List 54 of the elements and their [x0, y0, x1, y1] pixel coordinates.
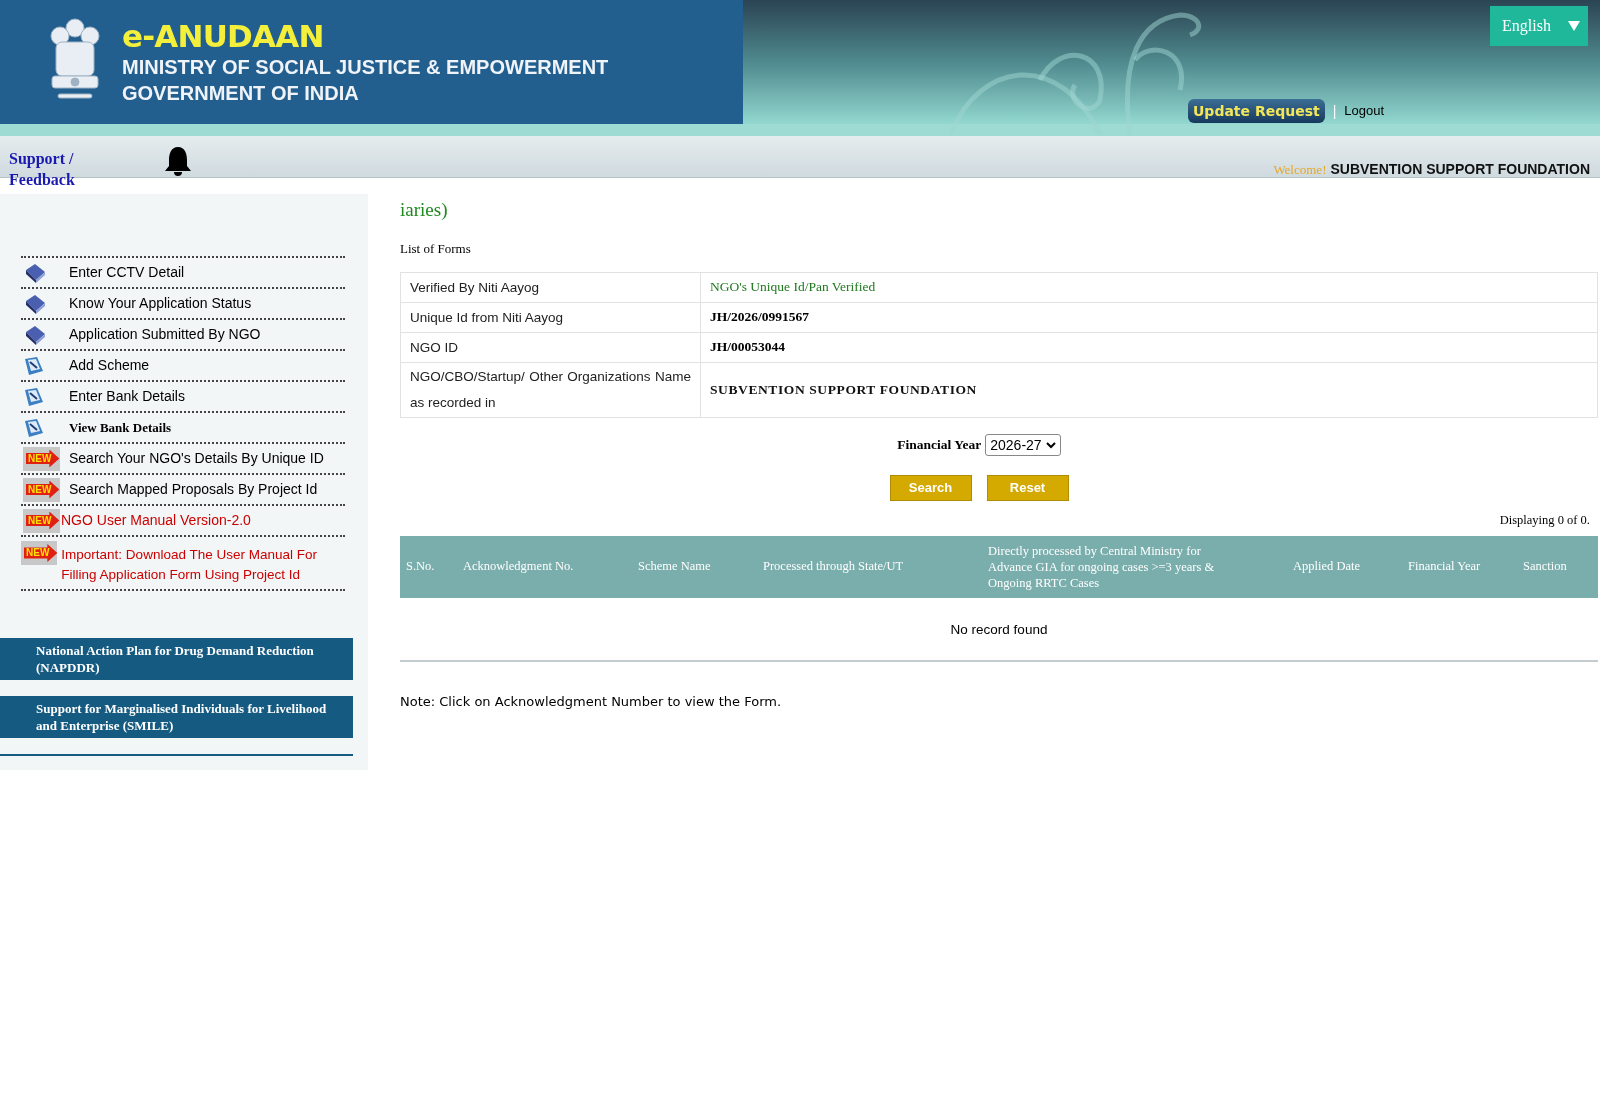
menu-link[interactable]: Search Your NGO's Details By Unique ID [69, 448, 324, 469]
book-icon [23, 261, 47, 284]
book-icon [23, 323, 47, 346]
menu-link[interactable]: Application Submitted By NGO [69, 324, 261, 345]
info-value: SUBVENTION SUPPORT FOUNDATION [709, 380, 978, 399]
caret-icon [1568, 21, 1580, 31]
financial-year-select[interactable]: 2026-27 [985, 434, 1061, 456]
scheme-banner[interactable]: Support for Marginalised Individuals for Livelihood and Enterprise (SMILE) [0, 696, 353, 738]
menu-link[interactable]: Important: Download The User Manual For Filling Application Form Using Project Id [61, 541, 345, 585]
column-header: Applied Date [1292, 558, 1361, 576]
empty-message: No record found [950, 620, 1048, 639]
logout-link[interactable]: Logout [1344, 101, 1385, 121]
user-name: SUBVENTION SUPPORT FOUNDATION [1330, 160, 1590, 179]
welcome-label: Welcome! [1273, 161, 1327, 179]
info-value: JH/2026/0991567 [709, 308, 810, 327]
new-badge: NEW [23, 477, 60, 502]
list-of-forms-label: List of Forms [400, 239, 472, 258]
column-header: Financial Year [1407, 558, 1482, 576]
column-header: S.No. [405, 558, 436, 576]
column-header: Sanction [1522, 558, 1568, 576]
note-text: Note: Click on Acknowledgment Number to view the Form. [400, 693, 783, 711]
column-header: Scheme Name [637, 558, 712, 576]
government-title: GOVERNMENT OF INDIA [122, 81, 360, 106]
new-badge: NEW [23, 508, 60, 533]
book-icon [23, 292, 47, 315]
menu-link[interactable]: Know Your Application Status [69, 293, 252, 314]
column-header: Acknowledgment No. [462, 558, 575, 576]
ministry-title: MINISTRY OF SOCIAL JUSTICE & EMPOWERMENT [122, 55, 609, 80]
page-heading: iaries) [400, 198, 449, 222]
menu-link[interactable]: Search Mapped Proposals By Project Id [69, 479, 318, 500]
info-label: Unique Id from Niti Aayog [401, 303, 701, 332]
update-request-button[interactable]: Update Request [1188, 99, 1325, 123]
bell-icon [164, 145, 192, 177]
new-badge: NEW [23, 446, 60, 471]
info-value: NGO's Unique Id/Pan Verified [709, 278, 877, 297]
chevron-down-icon [1045, 441, 1056, 449]
info-label: NGO/CBO/Startup/ Other Organizations Name as recorded in [401, 363, 701, 417]
menu-link[interactable]: NGO User Manual Version-2.0 [61, 510, 251, 531]
menu-link[interactable]: Add Scheme [69, 355, 150, 376]
brand-title: e-ANUDAAN [122, 18, 325, 54]
menu-link[interactable]: View Bank Details [69, 417, 172, 438]
support-feedback-link[interactable]: Support / Feedback [9, 148, 99, 190]
separator-text: | [1332, 101, 1337, 121]
scheme-banner[interactable]: National Action Plan for Drug Demand Reduction (NAPDDR) [0, 638, 353, 680]
column-header: Processed through State/UT [762, 558, 905, 576]
record-count: Displaying 0 of 0. [1499, 512, 1590, 529]
column-header: Directly processed by Central Ministry for Advance GIA for ongoing cases >=3 years & Ongoing RRTC Cases [987, 542, 1216, 591]
new-badge: NEW [21, 541, 58, 565]
menu-link[interactable]: Enter CCTV Detail [69, 262, 185, 283]
info-label: NGO ID [401, 333, 701, 362]
info-label: Verified By Niti Aayog [401, 273, 701, 302]
menu-link[interactable]: Enter Bank Details [69, 386, 185, 407]
financial-year-label: Financial Year [897, 435, 982, 454]
info-value: JH/00053044 [709, 338, 786, 357]
